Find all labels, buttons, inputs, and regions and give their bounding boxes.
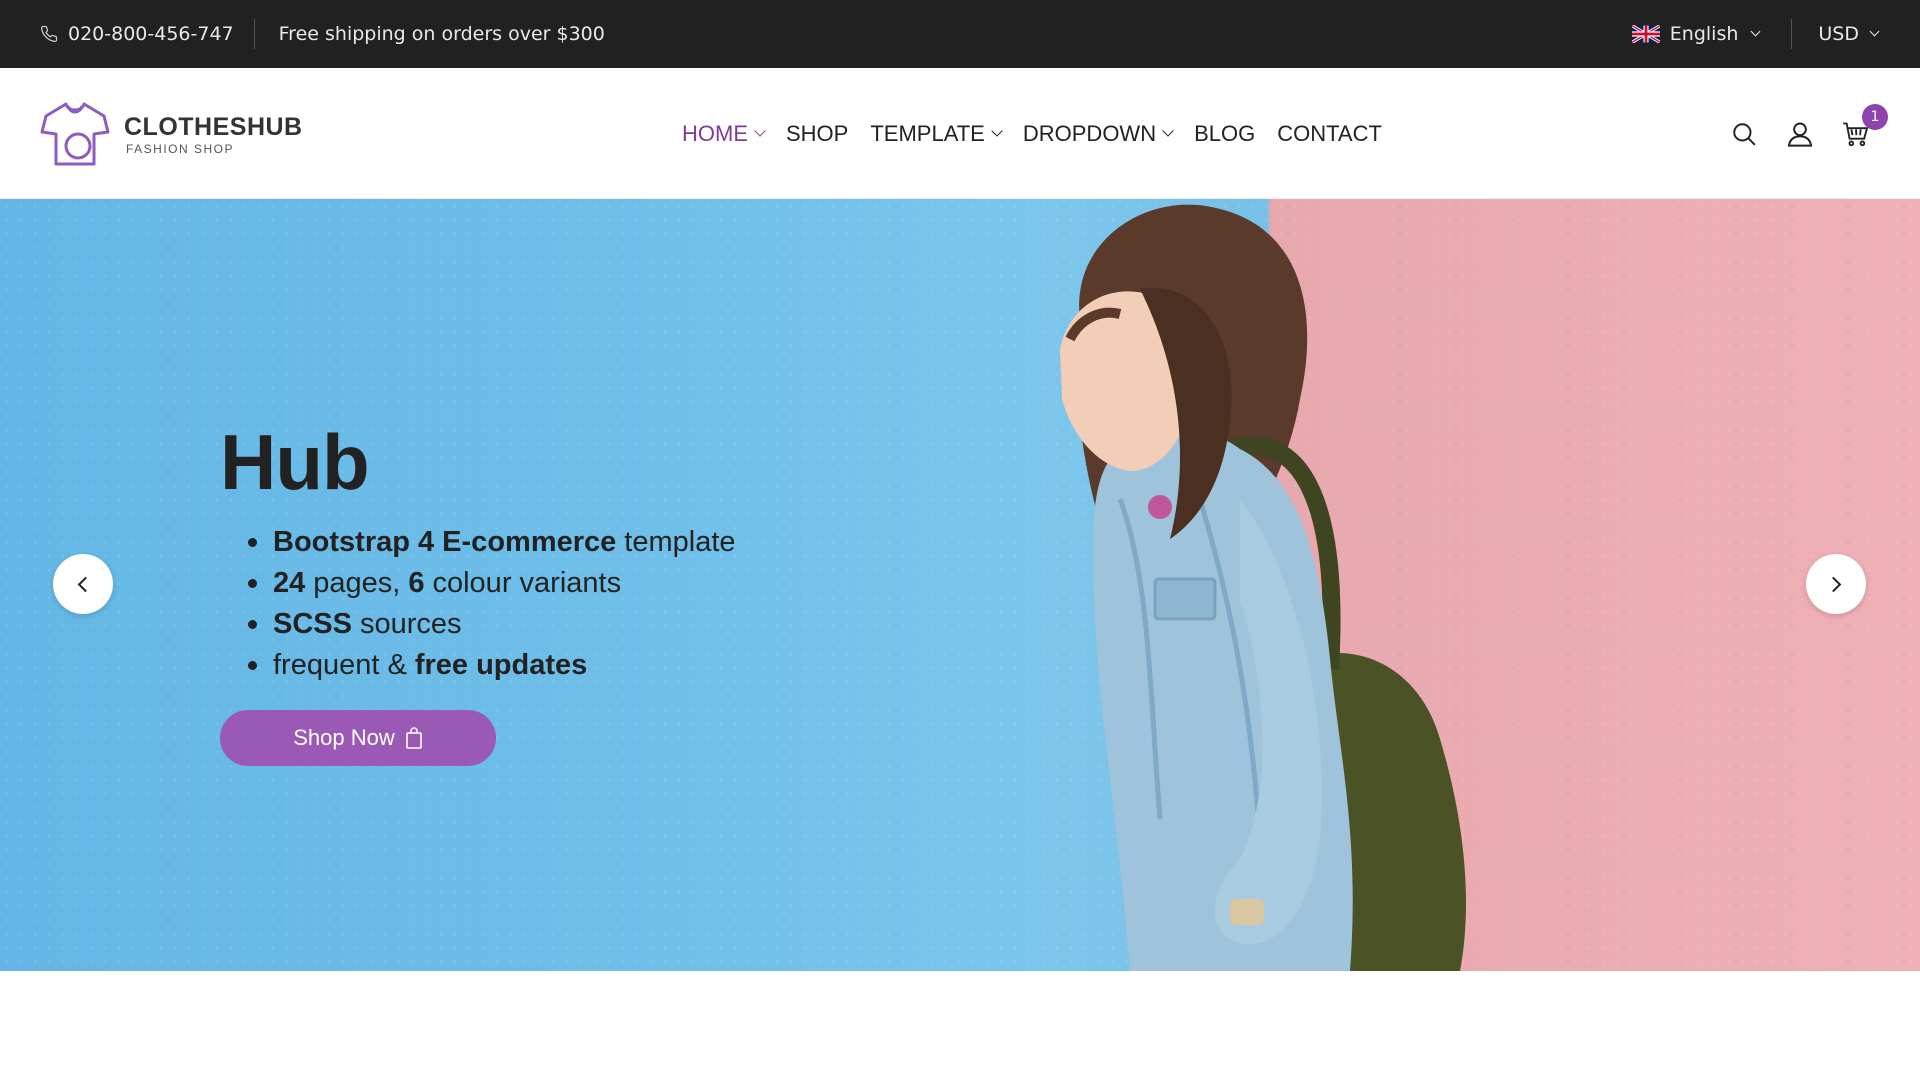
search-button[interactable] — [1730, 120, 1758, 148]
logo-subtitle: FASHION SHOP — [126, 141, 235, 156]
nav-blog[interactable]: BLOG — [1194, 121, 1255, 147]
nav-home[interactable]: HOME — [682, 120, 766, 147]
nav-shop[interactable]: SHOP — [786, 121, 848, 147]
hero-slider: Hub Bootstrap 4 E-commerce template 24 p… — [0, 199, 1920, 971]
main-header: CLOTHESHUB FASHION SHOP HOME SHOP TEMPLA… — [0, 68, 1920, 199]
hero-title: Hub — [220, 418, 370, 506]
hero-bullet-bold: free updates — [414, 649, 588, 681]
shop-now-label: Shop Now — [293, 725, 395, 750]
phone-number: 020-800-456-747 — [68, 23, 234, 45]
chevron-down-icon — [754, 125, 766, 137]
shop-now-button[interactable]: Shop Now — [220, 710, 496, 766]
hero-bullet-bold: 24 — [273, 567, 306, 599]
hero-bullet-text: template — [624, 526, 736, 558]
hero-bullet-bold: SCSS — [273, 608, 352, 640]
nav-dropdown[interactable]: DROPDOWN — [1022, 120, 1174, 147]
hero-feature-list: Bootstrap 4 E-commerce template 24 pages… — [248, 522, 736, 686]
language-label: English — [1669, 23, 1739, 45]
account-button[interactable] — [1786, 120, 1814, 148]
chevron-down-icon — [1869, 26, 1880, 37]
chevron-down-icon — [991, 125, 1003, 137]
logo[interactable]: CLOTHESHUB FASHION SHOP — [40, 100, 303, 168]
language-selector[interactable]: English — [1631, 19, 1793, 49]
nav-contact[interactable]: CONTACT — [1277, 121, 1382, 147]
shipping-notice: Free shipping on orders over $300 — [278, 23, 605, 45]
hero-bullet: SCSS sources — [248, 604, 736, 645]
chevron-down-icon — [1750, 26, 1761, 37]
chevron-left-icon — [77, 576, 94, 592]
hero-model-image — [1060, 204, 1466, 971]
nav-template[interactable]: TEMPLATE — [870, 120, 1003, 147]
nav-template-label: TEMPLATE — [870, 120, 985, 146]
hero-bullet: Bootstrap 4 E-commerce template — [248, 522, 736, 563]
nav-dropdown-label: DROPDOWN — [1022, 120, 1157, 146]
slider-next-button[interactable] — [1806, 554, 1866, 614]
hero-bullet-bold: Bootstrap 4 E-commerce — [273, 526, 617, 558]
slider-prev-button[interactable] — [53, 554, 113, 614]
chevron-down-icon — [1162, 125, 1174, 137]
hero-bullet-text: pages, — [313, 567, 401, 599]
hero-bullet: frequent & free updates — [248, 645, 736, 686]
header-icons: 1 — [1730, 68, 1888, 199]
nav-shop-label: SHOP — [786, 120, 849, 146]
main-nav: HOME SHOP TEMPLATE DROPDOWN BLOG CONTACT — [682, 68, 1382, 199]
currency-label: USD — [1818, 23, 1859, 45]
hero-bullet-bold: 6 — [408, 567, 425, 599]
hero-bullet-text: frequent & — [273, 649, 407, 681]
cart-count-badge: 1 — [1862, 103, 1888, 130]
chevron-right-icon — [1825, 576, 1842, 592]
search-icon — [1733, 122, 1756, 146]
uk-flag-icon — [1631, 25, 1660, 43]
tshirt-logo-icon — [40, 102, 110, 166]
shopping-bag-icon — [405, 727, 422, 749]
currency-selector[interactable]: USD — [1792, 23, 1880, 45]
phone-contact[interactable]: 020-800-456-747 — [40, 19, 255, 49]
hero-bullet-text: sources — [359, 608, 462, 640]
nav-home-label: HOME — [682, 120, 748, 146]
hero-caption: Hub Bootstrap 4 E-commerce template 24 p… — [220, 417, 736, 766]
top-bar: 020-800-456-747 Free shipping on orders … — [0, 0, 1920, 68]
user-icon — [1787, 122, 1813, 147]
logo-title: CLOTHESHUB — [124, 112, 303, 141]
nav-contact-label: CONTACT — [1277, 120, 1382, 146]
nav-blog-label: BLOG — [1194, 120, 1256, 146]
hero-bullet: 24 pages, 6 colour variants — [248, 563, 736, 604]
hero-bullet-text: colour variants — [432, 567, 622, 599]
cart-button[interactable]: 1 — [1842, 103, 1888, 148]
phone-icon — [40, 25, 58, 43]
